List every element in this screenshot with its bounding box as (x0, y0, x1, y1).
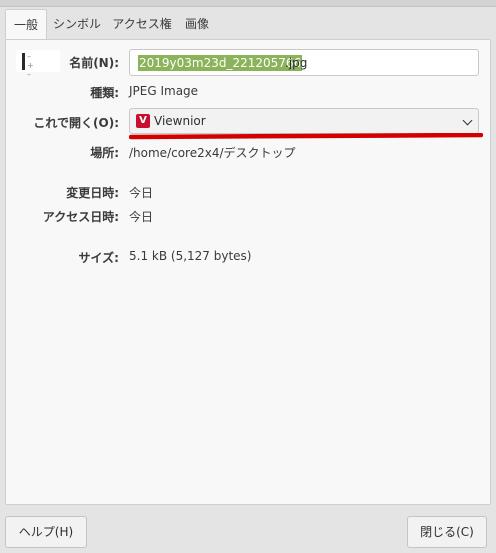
type-label: 種類: (90, 86, 119, 100)
tab-bar: 一般 シンボル アクセス権 画像 (0, 9, 496, 41)
close-button[interactable]: 閉じる(C) (407, 516, 487, 548)
open-with-selected-app: Viewnior (154, 114, 206, 128)
property-labels: 名前(N): 種類: これで開く(O): 場所: 変更日時: アクセス日時: サ… (6, 40, 119, 340)
file-name-extension: .jpg (285, 56, 308, 70)
general-panel: – + – 名前(N): 種類: これで開く(O): 場所: 変更日時: アクセス日… (5, 39, 491, 505)
open-with-label: これで開く(O): (33, 116, 119, 130)
location-value: /home/core2x4/デスクトップ (129, 146, 296, 160)
file-name-input[interactable]: 2019y03m23d_221205766 .jpg (129, 49, 479, 76)
red-annotation-underline (129, 133, 483, 140)
name-label: 名前(N): (69, 56, 119, 70)
location-label: 場所: (90, 146, 119, 160)
size-label: サイズ: (78, 251, 119, 265)
accessed-label: アクセス日時: (42, 210, 119, 224)
file-name-selected-text: 2019y03m23d_221205766 (138, 55, 303, 71)
chevron-down-icon (462, 115, 473, 126)
help-button[interactable]: ヘルプ(H) (5, 516, 87, 548)
size-value: 5.1 kB (5,127 bytes) (129, 249, 252, 263)
window-top-strip (0, 0, 496, 7)
modified-value: 今日 (129, 186, 154, 200)
tab-general[interactable]: 一般 (5, 9, 47, 41)
accessed-value: 今日 (129, 210, 154, 224)
open-with-dropdown[interactable]: V Viewnior (129, 108, 479, 134)
type-value: JPEG Image (129, 84, 199, 98)
tab-image[interactable]: 画像 (179, 9, 215, 39)
tab-symbol[interactable]: シンボル (50, 9, 104, 39)
modified-label: 変更日時: (66, 186, 119, 200)
tab-permissions[interactable]: アクセス権 (110, 9, 174, 39)
viewnior-app-icon: V (136, 114, 150, 128)
